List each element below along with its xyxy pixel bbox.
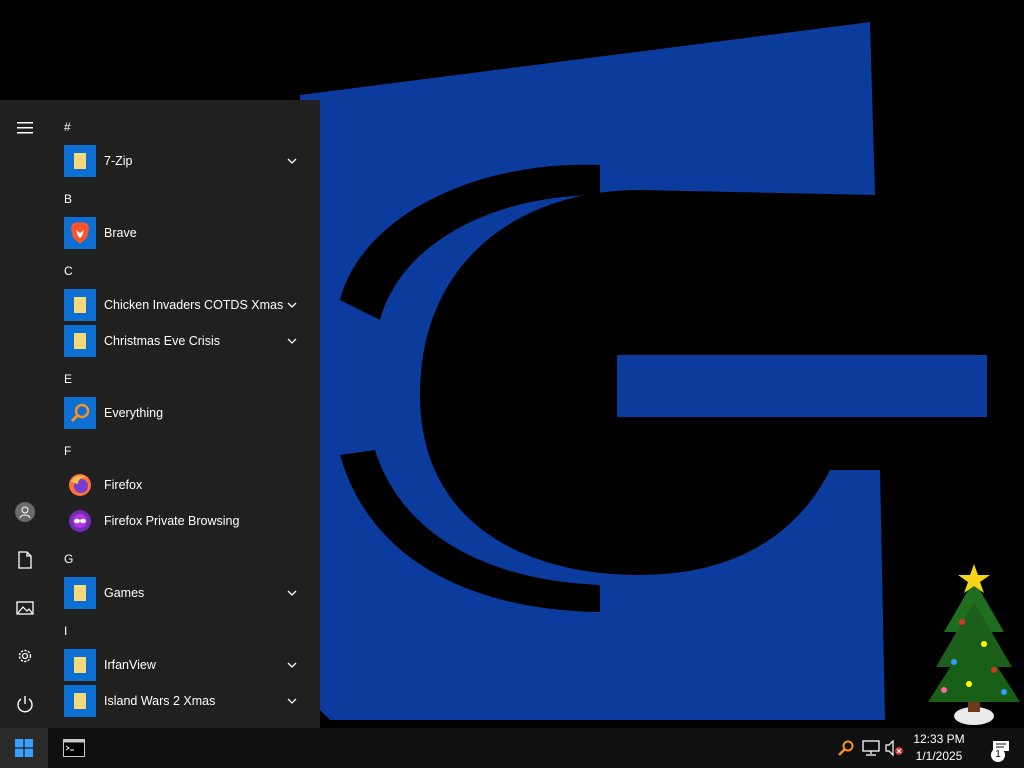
- folder-icon: [64, 649, 96, 681]
- section-header[interactable]: F: [64, 443, 71, 459]
- folder-icon: [64, 325, 96, 357]
- hamburger-menu-icon: [17, 122, 33, 134]
- folder-icon: [64, 145, 96, 177]
- start-button[interactable]: [0, 728, 48, 768]
- chevron-down-icon[interactable]: [286, 299, 298, 311]
- windows-logo-icon: [15, 739, 33, 757]
- command-prompt-taskbar-button[interactable]: [52, 728, 96, 768]
- section-header[interactable]: C: [64, 263, 73, 279]
- start-menu: # 7-Zip B Brave C Chicken Invaders COTDS…: [0, 100, 320, 728]
- folder-icon: [64, 685, 96, 717]
- app-label: IrfanView: [104, 658, 156, 672]
- app-item-firefox-private-browsing[interactable]: Firefox Private Browsing: [50, 503, 312, 539]
- app-item-irfanview[interactable]: IrfanView: [50, 647, 312, 683]
- notification-count-badge: 1: [991, 748, 1005, 762]
- folder-icon: [64, 577, 96, 609]
- app-item-chicken-invaders[interactable]: Chicken Invaders COTDS Xmas: [50, 287, 312, 323]
- app-label: Games: [104, 586, 145, 600]
- documents-icon: [18, 551, 32, 569]
- everything-search-icon: [838, 740, 854, 756]
- settings-gear-icon: [18, 649, 32, 663]
- chevron-down-icon[interactable]: [286, 587, 298, 599]
- app-label: Brave: [104, 226, 137, 240]
- firefox-private-icon: [64, 505, 96, 537]
- section-header[interactable]: #: [64, 119, 71, 135]
- pictures-icon: [16, 601, 34, 615]
- chevron-down-icon[interactable]: [286, 155, 298, 167]
- everything-search-icon: [64, 397, 96, 429]
- power-button[interactable]: [0, 682, 50, 726]
- clock-date: 1/1/2025: [915, 749, 963, 763]
- app-label: Island Wars 2 Xmas: [104, 694, 216, 708]
- app-label: Chicken Invaders COTDS Xmas: [104, 298, 284, 312]
- tray-network-button[interactable]: [861, 738, 881, 758]
- user-avatar-icon: [15, 502, 35, 522]
- network-icon: [862, 740, 880, 756]
- power-icon: [17, 696, 33, 713]
- app-label: Everything: [104, 406, 164, 420]
- settings-button[interactable]: [0, 634, 50, 678]
- section-header[interactable]: B: [64, 191, 72, 207]
- folder-icon: [64, 289, 96, 321]
- chevron-down-icon[interactable]: [286, 659, 298, 671]
- app-item-firefox[interactable]: Firefox: [50, 467, 312, 503]
- chevron-down-icon[interactable]: [286, 335, 298, 347]
- clock-time: 12:33 PM: [913, 732, 965, 746]
- documents-button[interactable]: [0, 538, 50, 582]
- tray-volume-button[interactable]: [884, 738, 904, 758]
- app-label: Firefox: [104, 478, 143, 492]
- app-item-games[interactable]: Games: [50, 575, 312, 611]
- start-menu-rail: [0, 100, 50, 728]
- user-account-button[interactable]: [0, 490, 50, 534]
- app-label: Christmas Eve Crisis: [104, 334, 220, 348]
- pictures-button[interactable]: [0, 586, 50, 630]
- firefox-icon: [64, 469, 96, 501]
- app-item-brave[interactable]: Brave: [50, 215, 312, 251]
- section-header[interactable]: E: [64, 371, 72, 387]
- christmas-tree-decoration: [928, 564, 1020, 725]
- chevron-down-icon[interactable]: [286, 695, 298, 707]
- app-item-7-zip[interactable]: 7-Zip: [50, 143, 312, 179]
- command-prompt-icon: [63, 739, 85, 757]
- app-list: # 7-Zip B Brave C Chicken Invaders COTDS…: [50, 100, 320, 728]
- hamburger-menu-button[interactable]: [0, 106, 50, 150]
- taskbar: 12:33 PM 1/1/2025: [0, 728, 1024, 768]
- section-header[interactable]: I: [64, 623, 67, 639]
- volume-muted-icon: [885, 739, 903, 757]
- app-item-island-wars-2-xmas[interactable]: Island Wars 2 Xmas: [50, 683, 312, 719]
- app-label: 7-Zip: [104, 154, 133, 168]
- brave-icon: [64, 217, 96, 249]
- app-item-christmas-eve-crisis[interactable]: Christmas Eve Crisis: [50, 323, 312, 359]
- app-item-everything[interactable]: Everything: [50, 395, 312, 431]
- taskbar-clock[interactable]: 12:33 PM 1/1/2025: [906, 731, 972, 765]
- section-header[interactable]: G: [64, 551, 73, 567]
- tray-everything-button[interactable]: [836, 738, 856, 758]
- app-label: Firefox Private Browsing: [104, 514, 240, 528]
